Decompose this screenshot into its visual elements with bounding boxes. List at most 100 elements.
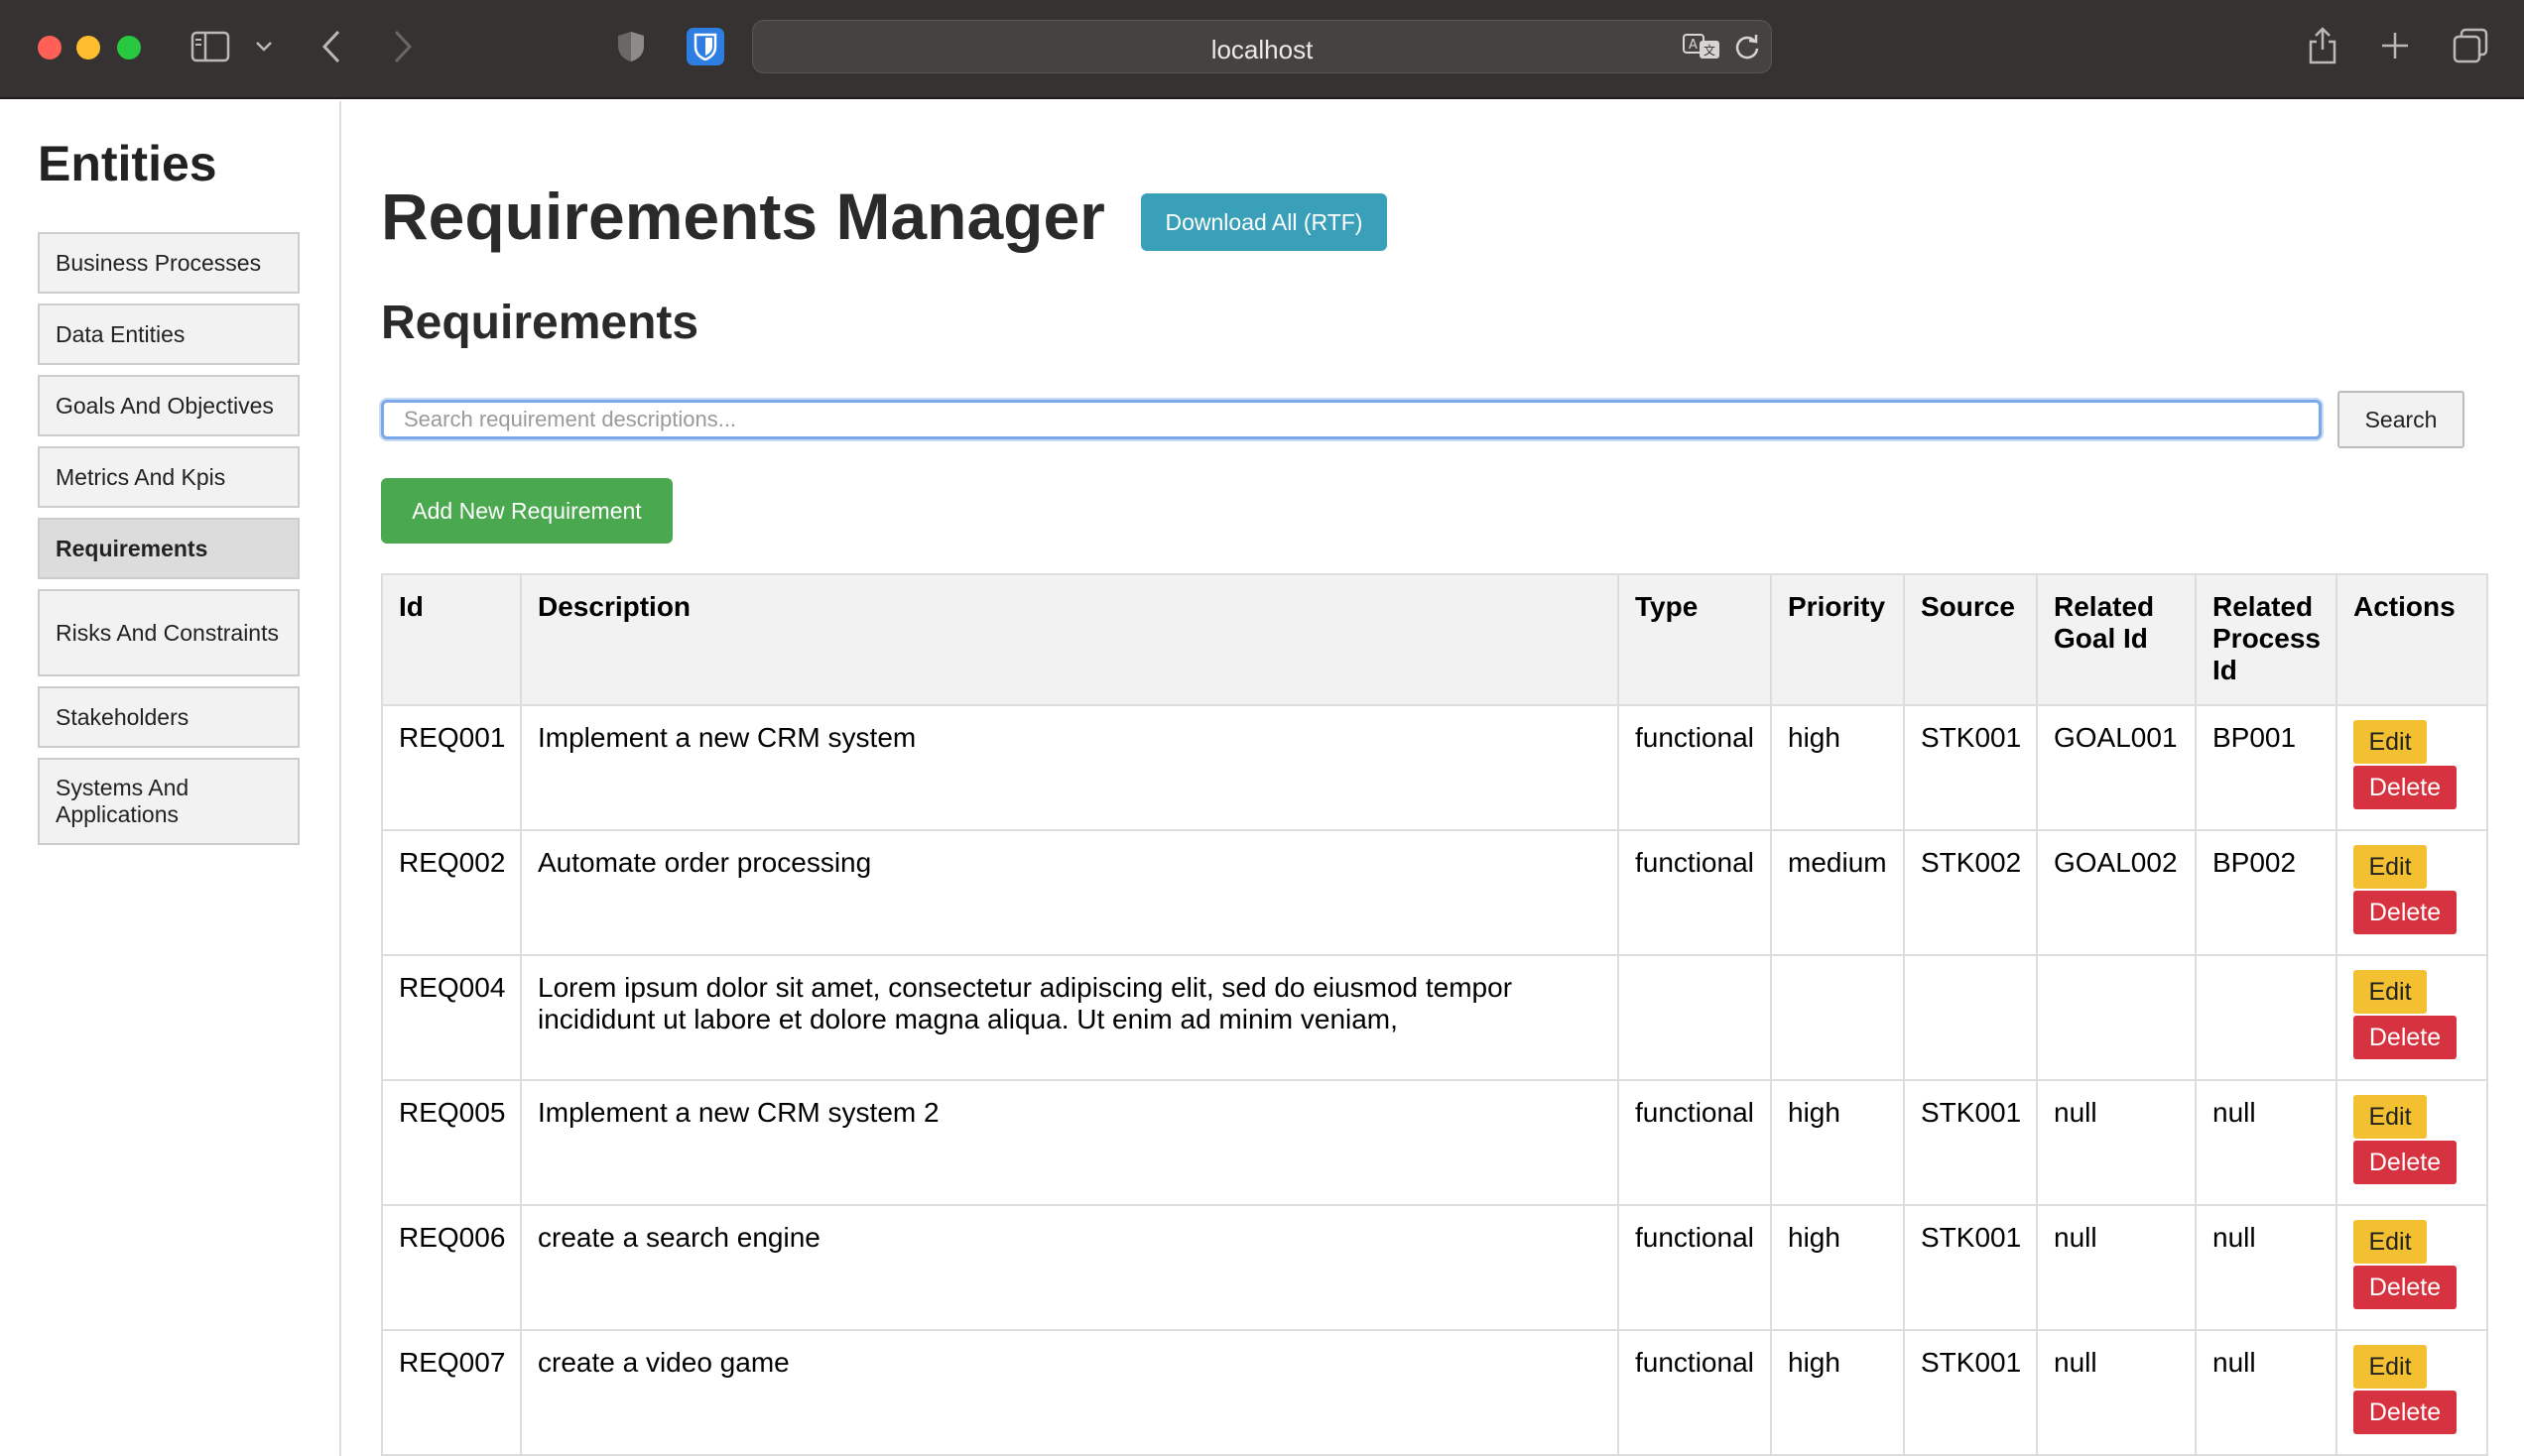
table-row: REQ002 Automate order processing functio… (381, 829, 2488, 956)
cell-actions: Edit Delete (2335, 1079, 2488, 1206)
cell-description: Implement a new CRM system (520, 704, 1619, 831)
reload-icon[interactable] (1730, 30, 1764, 63)
cell-priority: medium (1770, 829, 1905, 956)
sidebar-item-metrics-and-kpis[interactable]: Metrics And Kpis (38, 446, 300, 508)
cell-related-goal-id: null (2036, 1329, 2197, 1456)
sidebar-item-business-processes[interactable]: Business Processes (38, 232, 300, 294)
cell-related-goal-id (2036, 954, 2197, 1081)
cell-description: create a video game (520, 1329, 1619, 1456)
cell-related-goal-id: null (2036, 1204, 2197, 1331)
svg-text:文: 文 (1704, 43, 1715, 58)
cell-description: Automate order processing (520, 829, 1619, 956)
translate-icon[interactable]: A文 (1681, 30, 1722, 63)
edit-button[interactable]: Edit (2353, 720, 2427, 764)
edit-button[interactable]: Edit (2353, 845, 2427, 889)
cell-id: REQ006 (381, 1204, 522, 1331)
table-row: REQ001 Implement a new CRM system functi… (381, 704, 2488, 831)
sidebar-item-data-entities[interactable]: Data Entities (38, 303, 300, 365)
bitwarden-extension-icon[interactable] (687, 28, 724, 65)
sidebar-item-goals-and-objectives[interactable]: Goals And Objectives (38, 375, 300, 436)
cell-description: Implement a new CRM system 2 (520, 1079, 1619, 1206)
new-tab-plus-icon[interactable] (2377, 28, 2413, 63)
cell-priority: high (1770, 1204, 1905, 1331)
share-icon[interactable] (2306, 24, 2339, 67)
cell-source: STK001 (1903, 704, 2038, 831)
column-header-related-goal-id: Related Goal Id (2036, 573, 2197, 706)
delete-button[interactable]: Delete (2353, 891, 2457, 934)
cell-id: REQ001 (381, 704, 522, 831)
sidebar-item-systems-and-applications[interactable]: Systems And Applications (38, 758, 300, 845)
edit-button[interactable]: Edit (2353, 1345, 2427, 1389)
cell-related-goal-id: null (2036, 1079, 2197, 1206)
close-window-button[interactable] (38, 36, 62, 60)
edit-button[interactable]: Edit (2353, 970, 2427, 1014)
column-header-type: Type (1617, 573, 1772, 706)
download-all-button[interactable]: Download All (RTF) (1141, 193, 1387, 251)
table-header-row: Id Description Type Priority Source Rela… (381, 573, 2488, 706)
cell-related-goal-id: GOAL001 (2036, 704, 2197, 831)
address-bar[interactable]: localhost (752, 20, 1772, 73)
section-title: Requirements (381, 297, 699, 349)
cell-description: Lorem ipsum dolor sit amet, consectetur … (520, 954, 1619, 1081)
page-title: Requirements Manager (381, 180, 1105, 253)
delete-button[interactable]: Delete (2353, 1391, 2457, 1434)
column-header-actions: Actions (2335, 573, 2488, 706)
table-row: REQ006 create a search engine functional… (381, 1204, 2488, 1331)
cell-related-process-id (2195, 954, 2337, 1081)
cell-priority: high (1770, 704, 1905, 831)
cell-source: STK001 (1903, 1204, 2038, 1331)
search-input[interactable] (381, 400, 2322, 439)
table-row: REQ004 Lorem ipsum dolor sit amet, conse… (381, 954, 2488, 1081)
cell-related-process-id: null (2195, 1204, 2337, 1331)
cell-actions: Edit Delete (2335, 704, 2488, 831)
cell-actions: Edit Delete (2335, 1329, 2488, 1456)
sidebar-item-stakeholders[interactable]: Stakeholders (38, 686, 300, 748)
cell-id: REQ002 (381, 829, 522, 956)
search-button[interactable]: Search (2337, 391, 2464, 448)
sidebar-item-risks-and-constraints[interactable]: Risks And Constraints (38, 589, 300, 676)
zoom-window-button[interactable] (117, 36, 141, 60)
svg-text:A: A (1689, 38, 1698, 53)
cell-type: functional (1617, 704, 1772, 831)
cell-type (1617, 954, 1772, 1081)
cell-source: STK002 (1903, 829, 2038, 956)
sidebar-item-requirements[interactable]: Requirements (38, 518, 300, 579)
privacy-shield-icon[interactable] (613, 28, 649, 65)
delete-button[interactable]: Delete (2353, 1141, 2457, 1184)
cell-type: functional (1617, 829, 1772, 956)
minimize-window-button[interactable] (76, 36, 100, 60)
sidebar-toggle-icon[interactable] (190, 30, 230, 63)
cell-related-process-id: null (2195, 1079, 2337, 1206)
edit-button[interactable]: Edit (2353, 1220, 2427, 1264)
chevron-down-icon[interactable] (252, 32, 276, 61)
browser-toolbar: localhost A文 (0, 0, 2524, 99)
sidebar-title: Entities (38, 136, 217, 191)
cell-id: REQ005 (381, 1079, 522, 1206)
cell-related-process-id: BP002 (2195, 829, 2337, 956)
cell-description: create a search engine (520, 1204, 1619, 1331)
cell-type: functional (1617, 1079, 1772, 1206)
delete-button[interactable]: Delete (2353, 766, 2457, 809)
cell-priority: high (1770, 1329, 1905, 1456)
cell-source (1903, 954, 2038, 1081)
forward-arrow-icon[interactable] (387, 28, 419, 65)
column-header-related-process-id: Related Process Id (2195, 573, 2337, 706)
cell-related-process-id: BP001 (2195, 704, 2337, 831)
edit-button[interactable]: Edit (2353, 1095, 2427, 1139)
add-new-requirement-button[interactable]: Add New Requirement (381, 478, 673, 544)
column-header-source: Source (1903, 573, 2038, 706)
table-row: REQ005 Implement a new CRM system 2 func… (381, 1079, 2488, 1206)
cell-priority (1770, 954, 1905, 1081)
tab-overview-icon[interactable] (2451, 26, 2490, 65)
cell-actions: Edit Delete (2335, 829, 2488, 956)
delete-button[interactable]: Delete (2353, 1266, 2457, 1309)
column-header-id: Id (381, 573, 522, 706)
cell-type: functional (1617, 1329, 1772, 1456)
cell-related-process-id: null (2195, 1329, 2337, 1456)
column-header-description: Description (520, 573, 1619, 706)
cell-source: STK001 (1903, 1329, 2038, 1456)
cell-actions: Edit Delete (2335, 954, 2488, 1081)
delete-button[interactable]: Delete (2353, 1016, 2457, 1059)
back-arrow-icon[interactable] (316, 28, 347, 65)
url-text: localhost (1210, 35, 1314, 64)
